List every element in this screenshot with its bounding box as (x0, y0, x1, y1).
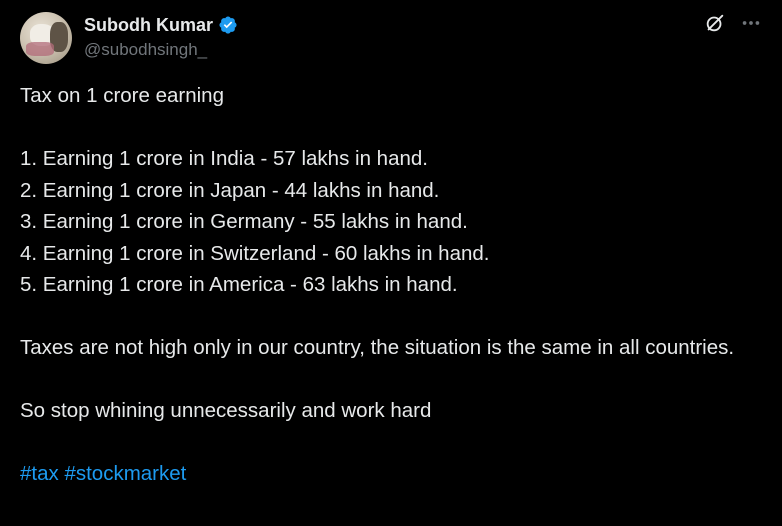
list-item: 3. Earning 1 crore in Germany - 55 lakhs… (20, 210, 468, 233)
grok-icon[interactable] (704, 12, 726, 34)
avatar-shape (26, 42, 54, 56)
more-options-icon[interactable] (740, 12, 762, 34)
hashtags: #tax #stockmarket (20, 458, 762, 490)
list-item: 4. Earning 1 crore in Switzerland - 60 l… (20, 241, 490, 265)
author-display-name[interactable]: Subodh Kumar (84, 14, 213, 36)
verified-badge-icon[interactable] (218, 15, 238, 35)
tweet-closing: So stop whining unnecessarily and work h… (20, 399, 432, 422)
tweet-heading: Tax on 1 crore earning (20, 84, 224, 107)
tweet-text: Tax on 1 crore earning 1. Earning 1 cror… (20, 80, 762, 490)
hashtag-link[interactable]: #tax (20, 462, 59, 485)
tweet-card: Subodh Kumar @subodhsingh_ Tax on 1 cror… (0, 0, 782, 526)
list-item: 5. Earning 1 crore in America - 63 lakhs… (20, 273, 458, 296)
avatar[interactable] (20, 12, 72, 64)
author-handle[interactable]: @subodhsingh_ (84, 39, 207, 61)
hashtag-link[interactable]: #stockmarket (64, 462, 186, 485)
tweet-header: Subodh Kumar @subodhsingh_ (20, 12, 762, 64)
list-item: 1. Earning 1 crore in India - 57 lakhs i… (20, 147, 428, 170)
author-name-row: Subodh Kumar (84, 14, 238, 36)
tweet-paragraph: Taxes are not high only in our country, … (20, 336, 735, 359)
header-actions (704, 12, 762, 34)
list-item: 2. Earning 1 crore in Japan - 44 lakhs i… (20, 178, 440, 202)
